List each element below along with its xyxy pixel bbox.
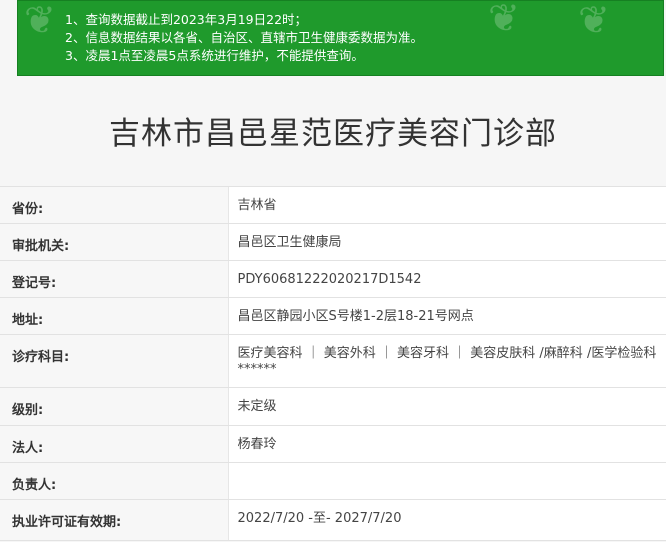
- table-row: 登记号: PDY60681222020217D1542: [0, 260, 666, 298]
- department-list-more: ******: [237, 362, 277, 377]
- table-row: 法人: 杨春玲: [0, 425, 666, 463]
- field-value: 昌邑区卫生健康局: [227, 223, 666, 261]
- table-row: 审批机关: 昌邑区卫生健康局: [0, 223, 666, 261]
- field-value: 杨春玲: [227, 425, 666, 463]
- watermark-logo: ❦: [488, 0, 520, 40]
- table-row: 负责人:: [0, 462, 666, 500]
- page-title: 吉林市昌邑星范医疗美容门诊部: [109, 116, 557, 152]
- field-label: 登记号:: [0, 260, 228, 298]
- field-value: 未定级: [227, 387, 666, 426]
- field-value: 吉林省: [227, 186, 666, 224]
- field-value: PDY60681222020217D1542: [227, 260, 666, 298]
- table-row: 诊疗科目: 医疗美容科 ｜ 美容外科 ｜ 美容牙科 ｜ 美容皮肤科 /麻醉科 /…: [0, 334, 666, 388]
- table-row: 省份: 吉林省: [0, 186, 666, 224]
- notice-line: 2、信息数据结果以各省、自治区、直辖市卫生健康委数据为准。: [65, 30, 423, 45]
- field-value: 昌邑区静园小区S号楼1-2层18-21号网点: [227, 297, 666, 335]
- field-label: 负责人:: [0, 462, 228, 500]
- field-label: 审批机关:: [0, 223, 228, 261]
- department-list: 医疗美容科 ｜ 美容外科 ｜ 美容牙科 ｜ 美容皮肤科 /麻醉科 /医学检验科: [237, 346, 657, 361]
- field-label: 省份:: [0, 186, 228, 224]
- field-label: 地址:: [0, 297, 228, 335]
- info-table: 省份: 吉林省 审批机关: 昌邑区卫生健康局 登记号: PDY606812220…: [0, 186, 666, 541]
- field-value: [227, 462, 666, 500]
- notice-banner: ❦ ❦ ❦ 1、查询数据截止到2023年3月19日22时； 2、信息数据结果以各…: [17, 0, 664, 76]
- field-value: 2022/7/20 -至- 2027/7/20: [227, 499, 666, 541]
- notice-line: 3、凌晨1点至凌晨5点系统进行维护，不能提供查询。: [65, 48, 364, 63]
- table-row: 执业许可证有效期: 2022/7/20 -至- 2027/7/20: [0, 499, 666, 541]
- field-label: 执业许可证有效期:: [0, 499, 228, 541]
- watermark-logo: ❦: [24, 0, 56, 42]
- table-row: 级别: 未定级: [0, 387, 666, 426]
- field-label: 诊疗科目:: [0, 334, 228, 388]
- notice-line: 1、查询数据截止到2023年3月19日22时；: [65, 12, 308, 27]
- watermark-logo: ❦: [578, 0, 610, 42]
- field-value: 医疗美容科 ｜ 美容外科 ｜ 美容牙科 ｜ 美容皮肤科 /麻醉科 /医学检验科 …: [227, 334, 666, 388]
- table-row: 地址: 昌邑区静园小区S号楼1-2层18-21号网点: [0, 297, 666, 335]
- field-label: 法人:: [0, 425, 228, 463]
- field-label: 级别:: [0, 387, 228, 426]
